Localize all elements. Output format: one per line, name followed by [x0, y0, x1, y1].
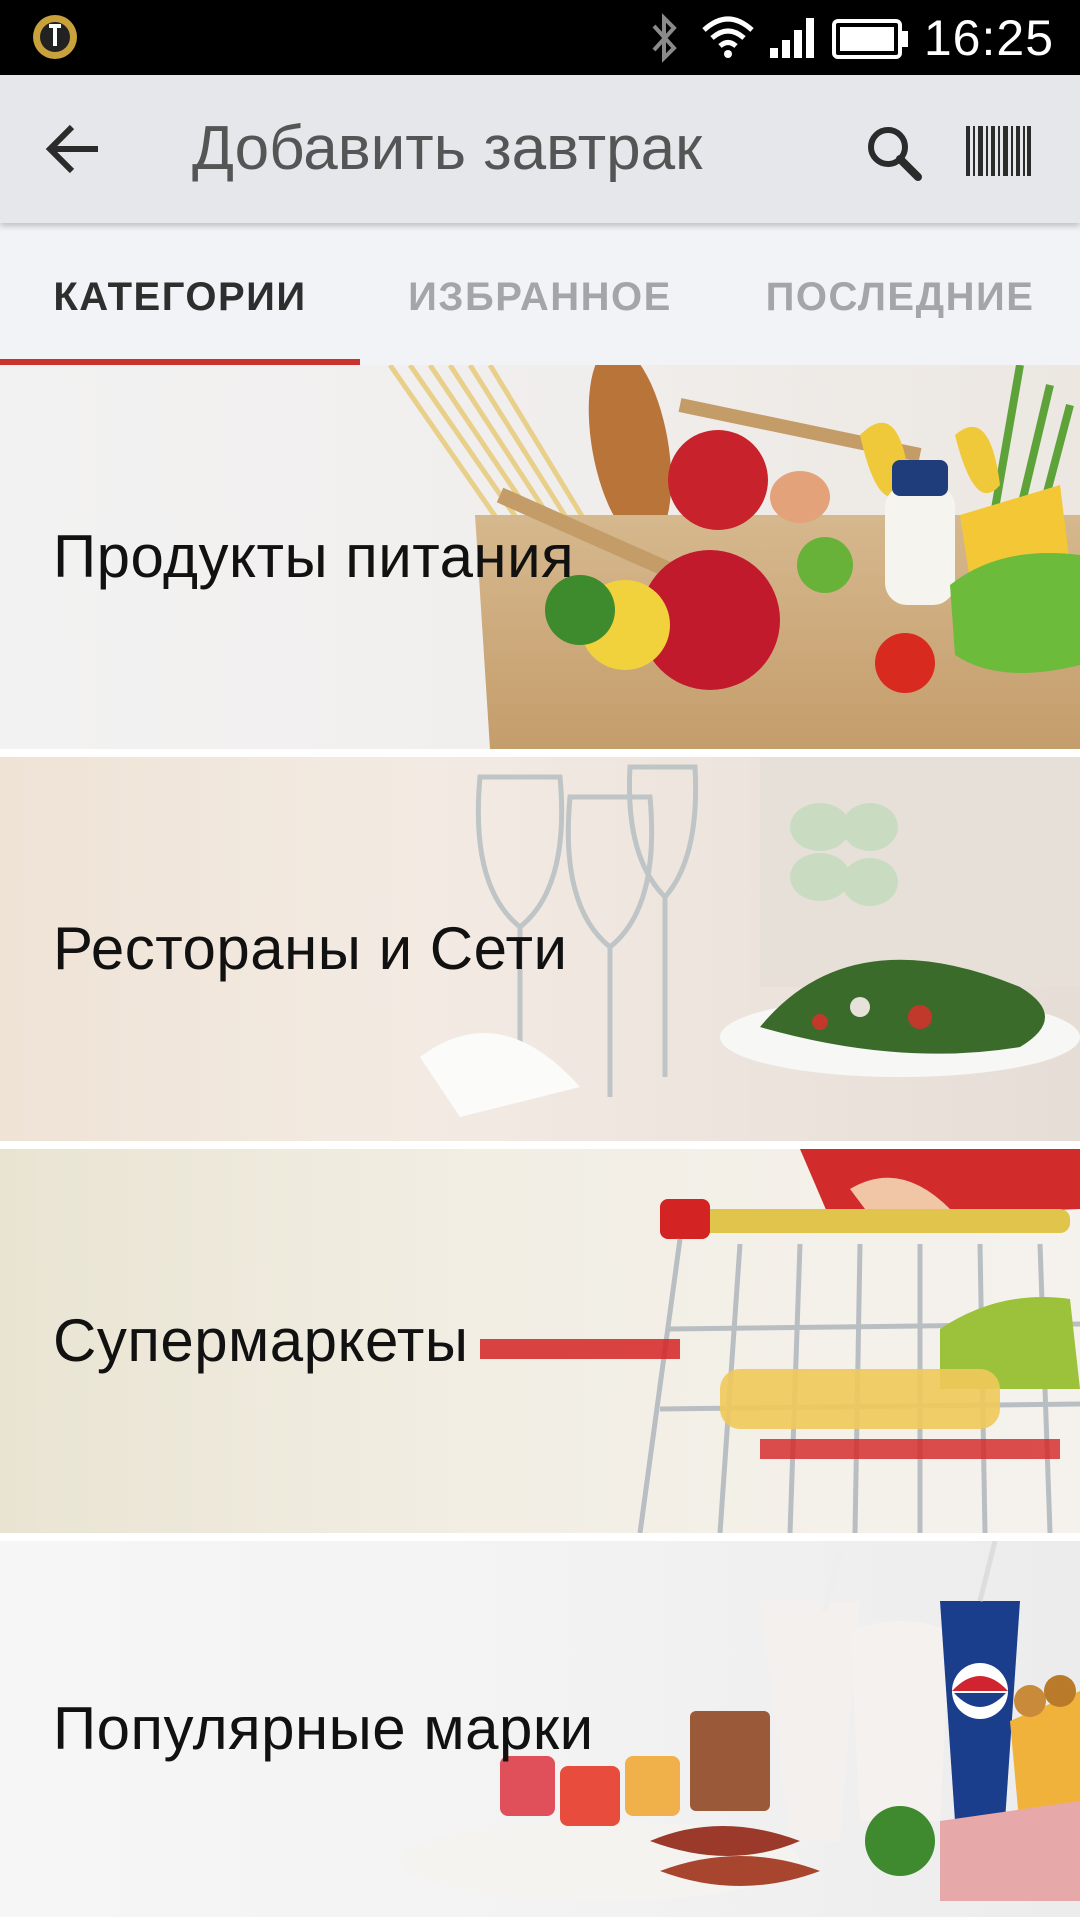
barcode-scan-button[interactable]	[964, 122, 1032, 180]
page-title: Добавить завтрак	[192, 114, 703, 183]
bluetooth-icon	[652, 13, 677, 63]
wifi-icon	[702, 16, 754, 58]
shopping-cart-image	[480, 1149, 1080, 1533]
category-card-restaurants[interactable]: Рестораны и Сети	[0, 757, 1080, 1141]
category-card-supermarkets[interactable]: Супермаркеты	[0, 1149, 1080, 1533]
tab-bar: КАТЕГОРИИ ИЗБРАННОЕ ПОСЛЕДНИЕ	[0, 223, 1080, 365]
barcode-icon	[966, 126, 1031, 176]
back-arrow-icon	[45, 124, 98, 174]
app-logo-icon	[33, 15, 77, 59]
signal-icon	[770, 18, 814, 58]
status-bar: 16:25	[0, 0, 1080, 75]
category-label: Рестораны и Сети	[53, 915, 568, 982]
search-button[interactable]	[860, 119, 930, 189]
tab-recent[interactable]: ПОСЛЕДНИЕ	[720, 223, 1080, 365]
tab-favorites[interactable]: ИЗБРАННОЕ	[360, 223, 720, 365]
tab-categories[interactable]: КАТЕГОРИИ	[0, 223, 360, 365]
battery-icon	[832, 19, 908, 59]
category-card-groceries[interactable]: Продукты питания	[0, 365, 1080, 749]
category-label: Популярные марки	[53, 1695, 594, 1762]
search-icon	[868, 127, 922, 181]
status-clock: 16:25	[923, 10, 1054, 66]
category-label: Продукты питания	[53, 523, 575, 590]
app-bar: Добавить завтрак	[0, 75, 1080, 223]
back-button[interactable]	[42, 119, 114, 179]
category-card-popular-brands[interactable]: Популярные марки	[0, 1541, 1080, 1917]
category-label: Супермаркеты	[53, 1307, 469, 1374]
